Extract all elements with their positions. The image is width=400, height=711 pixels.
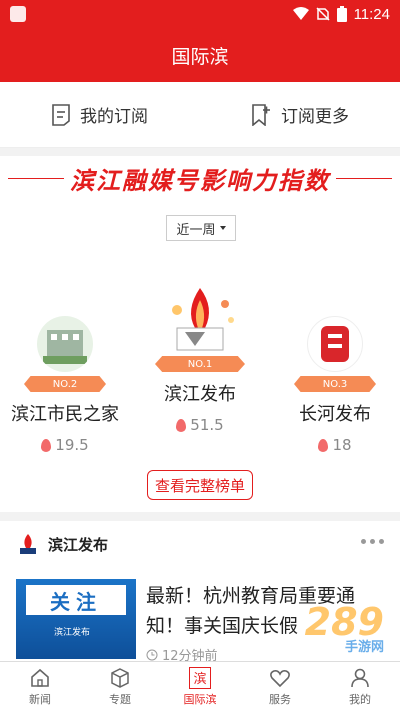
entry-name: 滨江市民之家: [11, 404, 119, 425]
building-logo-icon: [43, 330, 87, 364]
clock: 11:24: [353, 5, 390, 23]
watermark-logo: 289 手游网: [305, 600, 384, 655]
bookmark-add-icon: [252, 103, 270, 126]
rank-entry-3[interactable]: NO.3 长河发布 18: [270, 316, 400, 454]
avatar: [307, 316, 363, 372]
banner-line-right: [332, 178, 392, 179]
flame-icon: [318, 438, 329, 452]
rank-entry-2[interactable]: NO.2 滨江市民之家 19.5: [0, 316, 130, 454]
tab-guojibin[interactable]: 滨 国际滨: [160, 662, 240, 711]
source-avatar-icon: [20, 534, 36, 554]
flame-icon: [176, 418, 187, 432]
banner-line-left: [8, 178, 68, 179]
entry-score: 19.5: [0, 436, 130, 454]
period-value: 近一周: [176, 222, 216, 238]
ranking-banner: 滨江融媒号影响力指数: [0, 160, 400, 196]
status-bar: 11:24: [0, 0, 400, 28]
bin-icon: 滨: [189, 666, 211, 689]
article-thumbnail[interactable]: 关注 滨江发布: [16, 579, 136, 659]
caret-down-icon: [219, 226, 226, 230]
score-value: 51.5: [190, 416, 224, 434]
entry-score: 18: [270, 436, 400, 454]
rank-badge: NO.2: [24, 376, 106, 392]
entry-name: 长河发布: [299, 404, 371, 425]
user-icon: [351, 668, 369, 687]
clock-icon: [146, 649, 158, 660]
score-value: 18: [332, 436, 352, 454]
list-doc-icon: [52, 103, 70, 126]
more-options-icon[interactable]: [361, 539, 384, 544]
rank-entry-1[interactable]: NO.1 滨江发布 51.5: [135, 280, 265, 434]
tab-topics[interactable]: 专题: [80, 662, 160, 711]
thumb-label: 关注: [26, 585, 126, 615]
my-subscriptions-label: 我的订阅: [80, 107, 148, 127]
subscribe-bar: 我的订阅 订阅更多: [0, 82, 400, 148]
period-dropdown[interactable]: 近一周: [166, 215, 236, 241]
flame-trophy-logo-icon: [172, 288, 234, 351]
wifi-icon: [292, 7, 309, 20]
score-value: 19.5: [55, 436, 89, 454]
tab-label: 服务: [269, 692, 291, 706]
rank-badge: NO.1: [155, 356, 245, 372]
cube-icon: [111, 667, 129, 688]
thumb-logo: 滨江发布: [54, 628, 91, 638]
tab-label: 国际滨: [183, 692, 217, 706]
avatar: [37, 316, 93, 372]
flame-icon: [41, 438, 52, 452]
ranking-banner-title: 滨江融媒号影响力指数: [64, 160, 336, 196]
no-sim-icon: [316, 7, 330, 21]
page-title: 国际滨: [171, 45, 229, 68]
rank-badge: NO.3: [294, 376, 376, 392]
notification-app-icon: [10, 6, 26, 22]
view-full-ranking-button[interactable]: 查看完整榜单: [147, 470, 253, 500]
tab-profile[interactable]: 我的: [320, 662, 400, 711]
tab-label: 我的: [349, 692, 371, 706]
seal-logo-icon: [321, 326, 349, 362]
source-name: 滨江发布: [48, 535, 109, 554]
heart-icon: [270, 669, 290, 687]
tab-label: 专题: [109, 692, 131, 706]
influence-ranking-card: 滨江融媒号影响力指数 近一周 NO.2 滨江市民之家 19.5 NO.1 滨江发…: [0, 156, 400, 512]
subscribe-more-button[interactable]: 订阅更多: [200, 102, 400, 127]
my-subscriptions-button[interactable]: 我的订阅: [0, 102, 200, 127]
entry-name: 滨江发布: [164, 384, 236, 405]
feed-source[interactable]: 滨江发布: [16, 533, 108, 555]
entry-score: 51.5: [135, 416, 265, 434]
battery-icon: [336, 6, 347, 22]
title-bar: 国际滨: [0, 28, 400, 82]
bottom-tab-bar: 新闻 专题 滨 国际滨 服务 我的: [0, 661, 400, 711]
tab-services[interactable]: 服务: [240, 662, 320, 711]
tab-news[interactable]: 新闻: [0, 662, 80, 711]
tab-label: 新闻: [29, 692, 51, 706]
subscribe-more-label: 订阅更多: [281, 107, 349, 127]
home-icon: [31, 668, 49, 687]
